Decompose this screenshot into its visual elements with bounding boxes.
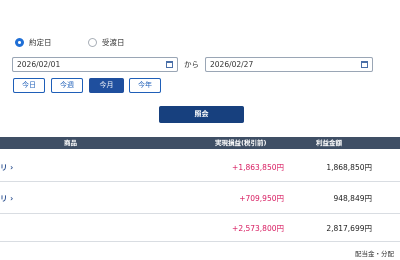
date-to-value: 2026/02/27 <box>210 60 254 69</box>
calendar-icon[interactable] <box>166 61 173 68</box>
table-row: リ › +709,950円 948,849円 <box>0 182 400 214</box>
total-profit-amount-value: 2,817,699円 <box>326 224 372 233</box>
period-button-this-year[interactable]: 今年 <box>129 78 161 93</box>
table-row: リ › +1,863,850円 1,868,850円 <box>0 149 400 182</box>
header-realized-pl: 実現損益(税引前) <box>215 139 267 147</box>
date-to-field[interactable]: 2026/02/27 <box>205 57 373 72</box>
realized-pl-value: +1,863,850円 <box>232 163 284 172</box>
profit-amount-value: 948,849円 <box>333 194 372 203</box>
product-link[interactable]: リ › <box>0 193 13 204</box>
radio-settlement-date[interactable] <box>88 38 97 47</box>
period-button-this-month[interactable]: 今月 <box>89 78 124 93</box>
radio-settlement-date-label: 受渡日 <box>102 38 125 47</box>
calendar-icon[interactable] <box>361 61 368 68</box>
date-from-field[interactable]: 2026/02/01 <box>12 57 178 72</box>
date-from-value: 2026/02/01 <box>17 60 61 69</box>
realized-pl-value: +709,950円 <box>239 194 284 203</box>
header-profit-amount: 利益金額 <box>316 139 342 147</box>
period-button-today[interactable]: 今日 <box>13 78 45 93</box>
product-link[interactable]: リ › <box>0 162 13 173</box>
radio-trade-date[interactable] <box>15 38 24 47</box>
total-realized-pl-value: +2,573,800円 <box>232 224 284 233</box>
period-button-this-week[interactable]: 今週 <box>51 78 83 93</box>
range-separator: から <box>184 60 199 69</box>
radio-trade-date-label: 約定日 <box>29 38 52 47</box>
header-product: 商品 <box>64 139 77 147</box>
dividend-link[interactable]: 配当金・分配 <box>355 248 394 258</box>
table-total-row: +2,573,800円 2,817,699円 <box>0 214 400 242</box>
search-button[interactable]: 照会 <box>159 106 244 123</box>
table-header: 商品 実現損益(税引前) 利益金額 <box>0 137 400 149</box>
profit-amount-value: 1,868,850円 <box>326 163 372 172</box>
